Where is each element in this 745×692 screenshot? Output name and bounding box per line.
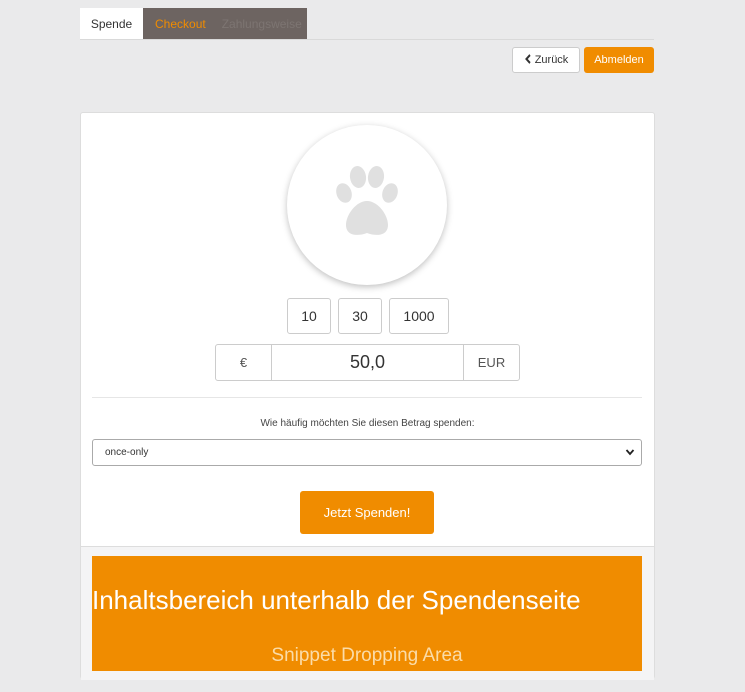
preset-amounts: 10 30 1000 — [287, 298, 449, 334]
paw-icon — [332, 165, 402, 246]
frequency-select[interactable]: once-only — [92, 439, 642, 466]
amount-input-group: € 50,0 EUR — [215, 344, 520, 381]
snippet-container: Inhaltsbereich unterhalb der Spendenseit… — [81, 546, 654, 680]
preset-amount-button[interactable]: 1000 — [389, 298, 449, 334]
tab-checkout-label: Checkout — [155, 17, 206, 31]
preset-amount-button[interactable]: 10 — [287, 298, 331, 334]
chevron-left-icon — [524, 54, 531, 66]
frequency-selected-value: once-only — [105, 447, 149, 458]
donation-card: 10 30 1000 € 50,0 EUR Wie häufig möchten… — [80, 112, 655, 680]
divider — [92, 397, 642, 398]
back-button-label: Zurück — [534, 54, 569, 66]
amount-input[interactable]: 50,0 — [272, 344, 463, 381]
currency-symbol: € — [215, 344, 272, 381]
tabs-divider — [80, 39, 654, 40]
chevron-down-icon — [625, 447, 635, 460]
tab-spende[interactable]: Spende — [80, 8, 143, 40]
currency-code: EUR — [463, 344, 520, 381]
donate-button[interactable]: Jetzt Spenden! — [300, 491, 434, 534]
snippet-title: Inhaltsbereich unterhalb der Spendenseit… — [92, 585, 581, 615]
back-button[interactable]: Zurück — [512, 47, 580, 73]
donate-button-label: Jetzt Spenden! — [323, 505, 411, 520]
logout-button-label: Abmelden — [594, 54, 644, 66]
snippet-dropping-area[interactable]: Inhaltsbereich unterhalb der Spendenseit… — [92, 556, 642, 671]
tab-zahlung-label[interactable]: Zahlungsweise — [222, 17, 302, 31]
logout-button[interactable]: Abmelden — [584, 47, 654, 73]
avatar — [287, 125, 447, 285]
step-tabs: Spende Checkout Zahlungsweise — [80, 8, 307, 40]
snippet-subtitle: Snippet Dropping Area — [271, 645, 463, 666]
tab-checkout[interactable]: Checkout Zahlungsweise — [143, 8, 307, 40]
frequency-label: Wie häufig möchten Sie diesen Betrag spe… — [260, 418, 475, 429]
preset-amount-button[interactable]: 30 — [338, 298, 382, 334]
